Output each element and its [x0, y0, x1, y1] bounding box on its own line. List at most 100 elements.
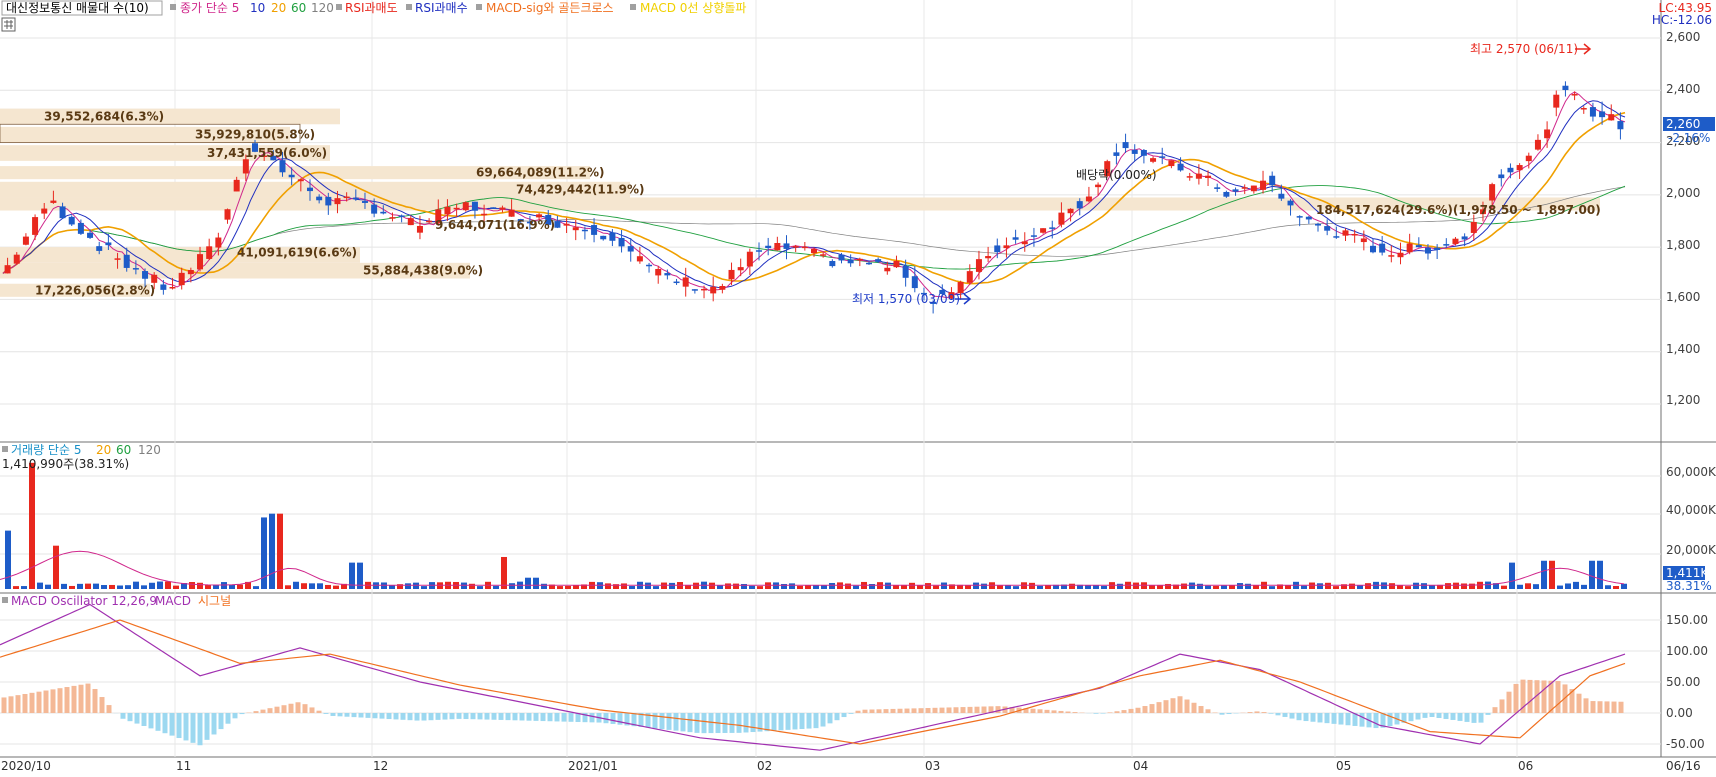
- candle-body: [279, 160, 286, 173]
- volume-bar: [725, 583, 731, 589]
- legend-bullet-icon: [336, 4, 342, 10]
- candle-body: [1324, 226, 1331, 231]
- candle-body: [1415, 245, 1422, 248]
- macd-oscillator-bar: [834, 713, 840, 721]
- volume-bar: [749, 585, 755, 589]
- candle-body: [288, 174, 295, 178]
- volume-bar: [1093, 585, 1099, 589]
- macd-oscillator-bar: [1121, 710, 1127, 713]
- candle-body: [911, 276, 918, 289]
- candle-body: [746, 251, 753, 267]
- macd-oscillator-bar: [491, 713, 497, 720]
- volume-bar: [653, 586, 659, 589]
- volume-bar: [669, 582, 675, 589]
- macd-oscillator-bar: [995, 706, 1001, 713]
- volume-bar: [1461, 583, 1467, 589]
- candle-body: [1067, 208, 1074, 214]
- volume-bar: [1213, 585, 1219, 589]
- macd-oscillator-bar: [743, 713, 749, 733]
- volume-bar: [1621, 583, 1627, 589]
- stock-chart[interactable]: 대신정보통신 매물대 수(10) 종가 단순 5 10 20 60 120 RS…: [0, 0, 1716, 777]
- macd-oscillator-bar: [414, 713, 420, 721]
- volume-profile-label: 9,644,071(16.9%): [435, 218, 555, 232]
- table-icon[interactable]: [1, 17, 16, 32]
- macd-oscillator-bar: [869, 709, 875, 713]
- macd-oscillator-bar: [309, 707, 315, 713]
- legend-ma20: 20: [271, 1, 286, 15]
- legend-rsi-oversold: RSI과매도: [345, 1, 398, 15]
- candle-body: [1580, 108, 1587, 110]
- macd-oscillator-bar: [533, 713, 539, 721]
- macd-legend-label: MACD Oscillator 12,26,9: [11, 594, 157, 608]
- macd-oscillator-bar: [183, 713, 189, 741]
- macd-oscillator-bar: [1331, 713, 1337, 724]
- candle-body: [87, 232, 94, 238]
- macd-oscillator-bar: [1583, 698, 1589, 713]
- macd-oscillator-bar: [687, 713, 693, 733]
- candle-body: [591, 225, 598, 235]
- candle-body: [1159, 156, 1166, 158]
- volume-bar: [405, 583, 411, 589]
- macd-oscillator-bar: [1611, 701, 1617, 713]
- volume-bar: [221, 582, 227, 589]
- volume-bar: [1605, 585, 1611, 589]
- macd-oscillator-bar: [232, 713, 238, 719]
- macd-oscillator-bar: [1093, 713, 1099, 714]
- volume-bar: [797, 585, 803, 589]
- volume-bar: [1317, 583, 1323, 589]
- macd-oscillator-bar: [1044, 709, 1050, 713]
- x-tick: 2020/10: [1, 759, 51, 773]
- candle-body: [416, 225, 423, 233]
- volume-bar: [309, 583, 315, 589]
- price-tick: 2,400: [1666, 82, 1700, 96]
- volume-bar: [1037, 585, 1043, 589]
- volume-bar: [981, 583, 987, 589]
- volume-bar: [1565, 583, 1571, 589]
- volume-bar: [933, 585, 939, 589]
- volume-bar: [1525, 583, 1531, 589]
- macd-oscillator-bar: [225, 713, 231, 724]
- macd-oscillator-bar: [974, 706, 980, 713]
- volume-bar: [1589, 560, 1595, 589]
- macd-oscillator-bar: [1128, 708, 1134, 713]
- candle-body: [838, 254, 845, 261]
- macd-oscillator-bar: [239, 713, 245, 715]
- macd-oscillator-bar: [694, 713, 700, 733]
- macd-oscillator-bar: [1037, 709, 1043, 713]
- candle-body: [105, 242, 112, 246]
- macd-oscillator-bar: [386, 713, 392, 720]
- candle-body: [719, 286, 726, 290]
- volume-bar: [381, 582, 387, 589]
- macd-oscillator-bar: [1142, 706, 1148, 713]
- legend-bullet-icon: [170, 4, 176, 10]
- macd-oscillator-bar: [50, 689, 56, 713]
- macd-oscillator-bar: [141, 713, 147, 726]
- macd-oscillator-bar: [1030, 708, 1036, 713]
- candle-body: [792, 246, 799, 248]
- candle-body: [4, 265, 11, 274]
- macd-oscillator-bar: [484, 713, 490, 720]
- candle-body: [1140, 149, 1147, 156]
- candle-body: [151, 274, 158, 283]
- macd-oscillator-bar: [190, 713, 196, 743]
- macd-oscillator-bar: [561, 713, 567, 722]
- candle-body: [600, 235, 607, 240]
- candle-body: [59, 206, 66, 219]
- volume-bar: [1445, 583, 1451, 589]
- macd-oscillator-bar: [1219, 713, 1225, 715]
- volume-bar: [301, 583, 307, 589]
- volume-bar: [1197, 583, 1203, 589]
- volume-bar: [1485, 581, 1491, 589]
- candle-body: [1608, 114, 1615, 121]
- macd-oscillator-bar: [1422, 713, 1428, 718]
- legend-bullet-icon: [630, 4, 636, 10]
- volume-bar: [661, 582, 667, 589]
- volume-bar: [1245, 583, 1251, 589]
- macd-oscillator-bar: [1387, 713, 1393, 727]
- volume-bar: [109, 584, 115, 589]
- macd-oscillator-bar: [379, 713, 385, 719]
- macd-oscillator-bar: [1541, 680, 1547, 713]
- macd-oscillator-bar: [64, 687, 70, 713]
- legend-macd-golden: MACD-sig와 골든크로스: [486, 1, 614, 15]
- macd-oscillator-bar: [1499, 699, 1505, 713]
